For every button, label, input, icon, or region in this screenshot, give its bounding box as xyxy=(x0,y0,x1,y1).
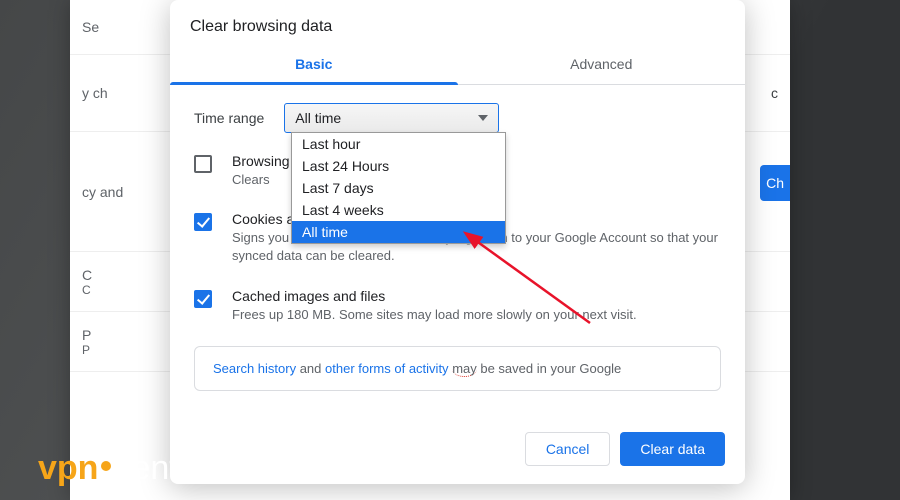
time-range-row: Time range All time Last hour Last 24 Ho… xyxy=(194,103,721,133)
bg-text: C xyxy=(82,283,91,297)
cancel-button[interactable]: Cancel xyxy=(525,432,611,466)
option-last-4-weeks[interactable]: Last 4 weeks xyxy=(292,199,505,221)
clear-data-button[interactable]: Clear data xyxy=(620,432,725,466)
clear-browsing-data-dialog: Clear browsing data Basic Advanced Time … xyxy=(170,0,745,484)
bg-text: Se xyxy=(82,19,99,35)
time-range-selected-value: All time xyxy=(295,110,341,126)
bg-text: c xyxy=(771,85,778,101)
dot-icon xyxy=(101,461,111,471)
search-history-notice: Search history and other forms of activi… xyxy=(194,346,721,391)
dialog-title: Clear browsing data xyxy=(170,0,745,46)
time-range-label: Time range xyxy=(194,110,264,126)
link-other-activity[interactable]: other forms of activity xyxy=(325,361,449,376)
dialog-content[interactable]: Time range All time Last hour Last 24 Ho… xyxy=(170,85,745,418)
option-last-7-days[interactable]: Last 7 days xyxy=(292,177,505,199)
background-button-peek[interactable]: Ch xyxy=(760,165,790,201)
notice-text: be saved in your Google xyxy=(477,361,622,376)
link-search-history[interactable]: Search history xyxy=(213,361,296,376)
bg-text: y ch xyxy=(82,85,108,101)
tab-basic[interactable]: Basic xyxy=(170,46,458,84)
chevron-down-icon xyxy=(478,115,488,121)
checkbox-browsing-history[interactable] xyxy=(194,155,212,173)
tab-bar: Basic Advanced xyxy=(170,46,745,85)
notice-text: and xyxy=(296,361,325,376)
watermark-vpn: vpn xyxy=(38,449,98,488)
option-last-24-hours[interactable]: Last 24 Hours xyxy=(292,155,505,177)
watermark-central: central xyxy=(114,449,216,488)
watermark-logo: vpn central xyxy=(38,449,217,488)
item-title: Cached images and files xyxy=(232,288,637,304)
tab-advanced[interactable]: Advanced xyxy=(458,46,746,84)
checkbox-cookies[interactable] xyxy=(194,213,212,231)
time-range-select[interactable]: All time xyxy=(284,103,499,133)
bg-text: P xyxy=(82,327,91,343)
option-all-time[interactable]: All time xyxy=(292,221,505,243)
option-last-hour[interactable]: Last hour xyxy=(292,133,505,155)
checkbox-cache[interactable] xyxy=(194,290,212,308)
item-cache: Cached images and files Frees up 180 MB.… xyxy=(194,288,721,324)
bg-text: C xyxy=(82,267,92,283)
bg-text: P xyxy=(82,343,90,357)
dialog-footer: Cancel Clear data xyxy=(170,418,745,484)
item-desc: Frees up 180 MB. Some sites may load mor… xyxy=(232,306,637,324)
bg-text: cy and xyxy=(82,184,123,200)
spellcheck-mark: may xyxy=(452,361,477,377)
time-range-dropdown: Last hour Last 24 Hours Last 7 days Last… xyxy=(291,132,506,244)
